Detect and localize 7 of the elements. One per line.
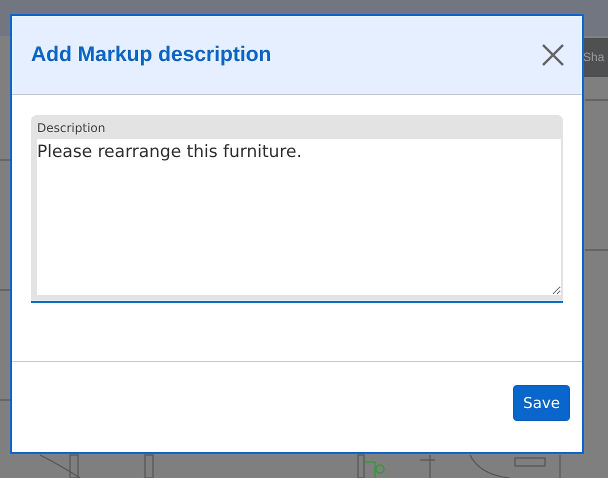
close-button[interactable]	[542, 44, 564, 66]
dialog-title: Add Markup description	[31, 43, 272, 67]
field-label: Description	[37, 121, 106, 135]
description-field[interactable]: Description Please rearrange this furniture.	[31, 115, 563, 303]
description-input[interactable]: Please rearrange this furniture.	[37, 139, 561, 295]
close-icon	[542, 44, 564, 66]
save-button[interactable]: Save	[513, 385, 570, 421]
